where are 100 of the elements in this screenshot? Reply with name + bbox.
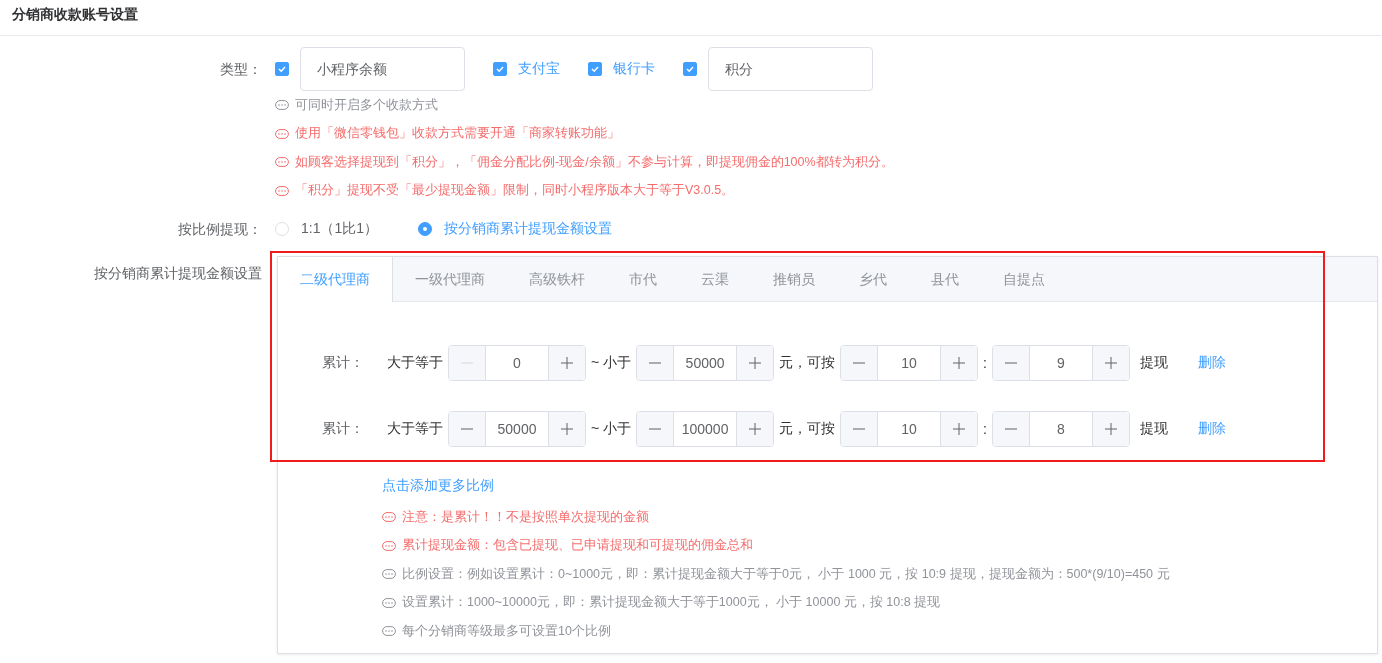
number-value: 8: [1056, 420, 1066, 439]
minus-button[interactable]: [992, 412, 1030, 446]
note-text: 注意：是累计！！不是按照单次提现的金额: [402, 508, 649, 526]
note-text: 比例设置：例如设置累计：0~1000元，即：累计提现金额大于等于0元， 小于 1000 元，按 10:9 提现，提现金额为：500*(9/10)=450 元: [402, 565, 1170, 583]
checkbox[interactable]: [275, 62, 289, 76]
ellipsis-icon: [275, 128, 289, 139]
hint-text: 使用「微信零钱包」收款方式需要开通「商家转账功能」: [295, 125, 620, 143]
tab[interactable]: 高级铁杆: [507, 257, 607, 301]
plus-button[interactable]: [1091, 346, 1129, 380]
plus-button[interactable]: [548, 346, 585, 380]
name-input-field[interactable]: 积分: [708, 47, 873, 91]
tab[interactable]: 二级代理商: [278, 257, 393, 302]
radio-button[interactable]: [418, 222, 433, 236]
plus-icon: [953, 423, 966, 435]
number-stepper[interactable]: 9: [991, 345, 1130, 381]
minus-button[interactable]: [637, 412, 675, 446]
ellipsis-icon: [275, 185, 289, 196]
check-icon: [590, 64, 600, 74]
number-value: 9: [1056, 354, 1066, 373]
text-label: ~ 小于: [591, 354, 632, 372]
number-value: 50000: [684, 354, 726, 373]
radio-label[interactable]: 按分销商累计提现金额设置: [444, 220, 613, 238]
number-stepper[interactable]: 0: [448, 345, 586, 381]
tab[interactable]: 县代: [909, 257, 981, 301]
option-label[interactable]: 银行卡: [613, 60, 655, 78]
number-value: 50000: [496, 420, 538, 439]
plus-button[interactable]: [940, 346, 978, 380]
tab[interactable]: 推销员: [751, 257, 837, 301]
check-icon: [685, 64, 695, 74]
page-title: 分销商收款账号设置: [0, 0, 1382, 36]
plus-button[interactable]: [736, 412, 774, 446]
plus-icon: [1104, 357, 1117, 369]
field-label: 类型：: [219, 60, 262, 79]
text-label: ~ 小于: [591, 420, 632, 438]
plus-button[interactable]: [1091, 412, 1129, 446]
note-text: 设置累计：1000~10000元，即：累计提现金额大于等于1000元， 小于 10000 元，按 10:8 提现: [402, 594, 941, 612]
plus-button[interactable]: [548, 412, 585, 446]
row-label: 累计：: [322, 354, 365, 372]
plus-icon: [561, 357, 573, 369]
tab[interactable]: 一级代理商: [393, 257, 507, 301]
tab[interactable]: 乡代: [837, 257, 909, 301]
note-text: 累计提现金额：包含已提现、已申请提现和可提现的佣金总和: [402, 537, 753, 555]
tab[interactable]: 云渠: [679, 257, 751, 301]
text-label: :: [983, 421, 987, 437]
option-label[interactable]: 支付宝: [518, 60, 560, 78]
plus-icon: [1104, 423, 1117, 435]
note-text: 每个分销商等级最多可设置10个比例: [402, 622, 611, 640]
text-label: 大于等于: [387, 420, 443, 438]
text-label: 大于等于: [387, 354, 443, 372]
number-value: 10: [900, 420, 918, 439]
plus-icon: [749, 423, 762, 435]
check-icon: [495, 64, 505, 74]
text-label: :: [983, 355, 987, 371]
plus-icon: [953, 357, 966, 369]
ellipsis-icon: [275, 100, 289, 111]
hint-text: 可同时开启多个收款方式: [295, 96, 438, 114]
delete-link[interactable]: 删除: [1197, 420, 1226, 438]
ellipsis-icon: [382, 626, 396, 637]
number-stepper[interactable]: 50000: [448, 411, 586, 447]
hint-text: 「积分」提现不受「最少提现金额」限制，同时小程序版本大于等于V3.0.5。: [295, 182, 735, 200]
number-stepper[interactable]: 8: [991, 411, 1130, 447]
minus-button[interactable]: [841, 346, 879, 380]
plus-button[interactable]: [736, 346, 774, 380]
checkbox[interactable]: [493, 62, 507, 76]
text-label: 提现: [1139, 354, 1168, 372]
ellipsis-icon: [382, 597, 396, 608]
minus-button[interactable]: [449, 346, 486, 380]
ellipsis-icon: [382, 512, 396, 523]
checkbox[interactable]: [683, 62, 697, 76]
number-stepper[interactable]: 10: [840, 345, 979, 381]
ellipsis-icon: [275, 157, 289, 168]
number-value: 0: [512, 354, 522, 373]
number-stepper[interactable]: 50000: [636, 345, 775, 381]
number-stepper[interactable]: 100000: [636, 411, 775, 447]
checkbox[interactable]: [588, 62, 602, 76]
ellipsis-icon: [382, 569, 396, 580]
plus-icon: [749, 357, 762, 369]
minus-button[interactable]: [449, 412, 486, 446]
tab[interactable]: 自提点: [981, 257, 1067, 301]
ellipsis-icon: [382, 540, 396, 551]
name-input-field[interactable]: 小程序余额: [300, 47, 465, 91]
add-ratio-link[interactable]: 点击添加更多比例: [382, 477, 494, 495]
delete-link[interactable]: 删除: [1197, 354, 1226, 372]
minus-button[interactable]: [637, 346, 675, 380]
number-stepper[interactable]: 10: [840, 411, 979, 447]
tab[interactable]: 市代: [607, 257, 679, 301]
hint-text: 如顾客选择提现到「积分」，「佣金分配比例-现金/余额」不参与计算，即提现佣金的100%都转为积分。: [295, 153, 894, 171]
minus-button[interactable]: [992, 346, 1030, 380]
check-icon: [277, 64, 287, 74]
plus-button[interactable]: [940, 412, 978, 446]
row-label: 累计：: [322, 420, 365, 438]
minus-button[interactable]: [841, 412, 879, 446]
number-value: 10: [900, 354, 918, 373]
field-label: 按分销商累计提现金额设置: [93, 264, 262, 283]
number-value: 100000: [680, 420, 730, 439]
radio-label[interactable]: 1:1（1比1）: [301, 220, 379, 238]
plus-icon: [561, 423, 573, 435]
text-label: 元，可按: [779, 420, 836, 438]
text-label: 提现: [1139, 420, 1168, 438]
text-label: 元，可按: [779, 354, 836, 372]
